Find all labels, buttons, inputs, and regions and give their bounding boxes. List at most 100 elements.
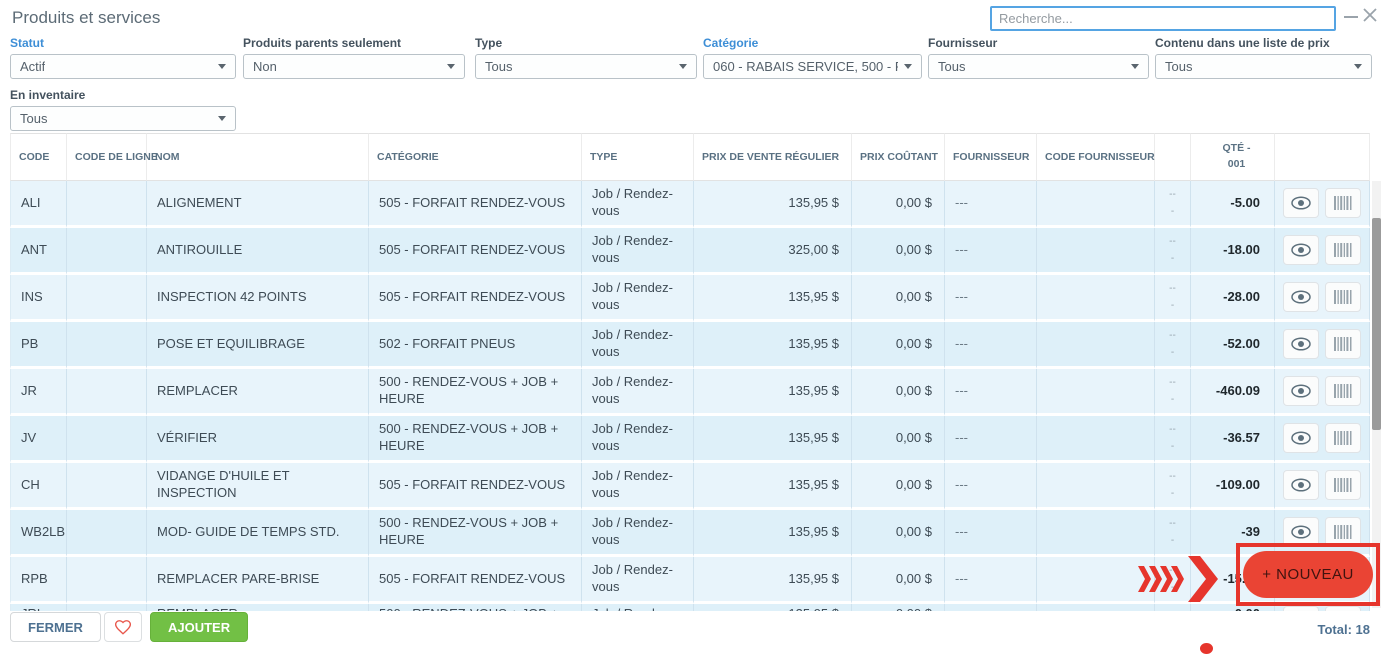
barcode-button[interactable] xyxy=(1325,606,1361,611)
view-product-button[interactable] xyxy=(1283,235,1319,265)
scrollbar-thumb[interactable] xyxy=(1372,218,1381,430)
col-header-prix-coutant[interactable]: PRIX COÛTANT xyxy=(852,133,945,181)
barcode-button[interactable] xyxy=(1325,376,1361,406)
col-header-prix-vente[interactable]: PRIX DE VENTE RÉGULIER xyxy=(694,133,852,181)
search-input[interactable] xyxy=(990,6,1336,31)
cell-type: Job / Rendez-vous xyxy=(582,510,694,557)
cell-code-ligne xyxy=(67,463,147,510)
table-row[interactable]: WB2LBRMOD- GUIDE DE TEMPS STD.500 - REND… xyxy=(10,510,1370,557)
cell-nom: REMPLACER xyxy=(147,369,369,416)
cell-nom: INSPECTION 42 POINTS xyxy=(147,275,369,322)
cell-actions xyxy=(1275,463,1370,510)
products-table: CODE CODE DE LIGNE NOM CATÉGORIE TYPE PR… xyxy=(10,133,1371,611)
view-product-button[interactable] xyxy=(1283,282,1319,312)
cell-prix-vente: 135,95 $ xyxy=(694,510,852,557)
liste-prix-select[interactable]: Tous xyxy=(1155,54,1372,79)
barcode-icon xyxy=(1334,431,1352,445)
barcode-button[interactable] xyxy=(1325,470,1361,500)
cell-code-fournisseur xyxy=(1037,510,1155,557)
barcode-button[interactable] xyxy=(1325,188,1361,218)
cell-prix-coutant: 0,00 $ xyxy=(852,181,945,228)
fournisseur-select[interactable]: Tous xyxy=(928,54,1149,79)
cell-type: Job / Rendez-vous xyxy=(582,557,694,604)
cell-qte: -36.57 xyxy=(1191,416,1275,463)
cell-type: Job / Rendez-vous xyxy=(582,181,694,228)
cell-type: Job / Rendez-vous xyxy=(582,416,694,463)
heart-icon xyxy=(114,619,132,636)
col-header-code[interactable]: CODE xyxy=(10,133,67,181)
col-header-categorie[interactable]: CATÉGORIE xyxy=(369,133,582,181)
caret-down-icon xyxy=(1131,64,1139,69)
cell-prix-vente: 135,95 $ xyxy=(694,275,852,322)
inventaire-select[interactable]: Tous xyxy=(10,106,236,131)
barcode-button[interactable] xyxy=(1325,423,1361,453)
cell-code: CH xyxy=(10,463,67,510)
cell-code: JR xyxy=(10,369,67,416)
cell-fournisseur: --- xyxy=(945,369,1037,416)
cell-categorie: 505 - FORFAIT RENDEZ-VOUS xyxy=(369,228,582,275)
barcode-button[interactable] xyxy=(1325,235,1361,265)
view-product-button[interactable] xyxy=(1283,470,1319,500)
view-product-button[interactable] xyxy=(1283,329,1319,359)
cell-code-ligne xyxy=(67,416,147,463)
close-icon[interactable] xyxy=(1362,7,1378,23)
table-row[interactable]: INSINSPECTION 42 POINTS505 - FORFAIT REN… xyxy=(10,275,1370,322)
cell-qte: -18.00 xyxy=(1191,228,1275,275)
filter-parents-label: Produits parents seulement xyxy=(243,36,465,50)
table-row[interactable]: JVVÉRIFIER500 - RENDEZ-VOUS + JOB + HEUR… xyxy=(10,416,1370,463)
parents-select[interactable]: Non xyxy=(243,54,465,79)
view-product-button[interactable] xyxy=(1283,423,1319,453)
cell-code: JRL xyxy=(10,604,67,611)
cell-range-dashes: --- xyxy=(1155,228,1191,275)
cell-nom: REMPLACER xyxy=(147,604,369,611)
table-row[interactable]: ALIALIGNEMENT505 - FORFAIT RENDEZ-VOUSJo… xyxy=(10,181,1370,228)
cell-range-dashes: --- xyxy=(1155,181,1191,228)
table-row[interactable]: PBPOSE ET EQUILIBRAGE502 - FORFAIT PNEUS… xyxy=(10,322,1370,369)
table-row[interactable]: CHVIDANGE D'HUILE ET INSPECTION505 - FOR… xyxy=(10,463,1370,510)
cell-prix-coutant: 0,00 $ xyxy=(852,416,945,463)
cell-nom: POSE ET EQUILIBRAGE xyxy=(147,322,369,369)
categorie-select[interactable]: 060 - RABAIS SERVICE, 500 - REN xyxy=(703,54,922,79)
cell-fournisseur: --- xyxy=(945,557,1037,604)
view-product-button[interactable] xyxy=(1283,376,1319,406)
barcode-icon xyxy=(1334,337,1352,351)
table-row[interactable]: ANTANTIROUILLE505 - FORFAIT RENDEZ-VOUSJ… xyxy=(10,228,1370,275)
cell-categorie: 500 - RENDEZ-VOUS + JOB + HEURE xyxy=(369,510,582,557)
statut-select[interactable]: Actif xyxy=(10,54,236,79)
col-header-type[interactable]: TYPE xyxy=(582,133,694,181)
eye-icon xyxy=(1291,525,1311,539)
col-header-code-fournisseur[interactable]: CODE FOURNISSEUR xyxy=(1037,133,1155,181)
view-product-button[interactable] xyxy=(1283,606,1319,611)
cell-prix-coutant: 0,00 $ xyxy=(852,604,945,611)
total-count: Total: 18 xyxy=(1318,622,1371,637)
col-header-nom[interactable]: NOM xyxy=(147,133,369,181)
fermer-button[interactable]: FERMER xyxy=(10,612,101,642)
favorite-button[interactable] xyxy=(104,612,142,642)
nouveau-button[interactable]: + NOUVEAU xyxy=(1243,551,1373,598)
eye-icon xyxy=(1291,290,1311,304)
cell-qte: -28.00 xyxy=(1191,275,1275,322)
cell-categorie: 505 - FORFAIT RENDEZ-VOUS xyxy=(369,463,582,510)
cell-categorie: 505 - FORFAIT RENDEZ-VOUS xyxy=(369,557,582,604)
barcode-button[interactable] xyxy=(1325,329,1361,359)
cell-code-ligne xyxy=(67,604,147,611)
type-select[interactable]: Tous xyxy=(475,54,697,79)
col-header-fournisseur[interactable]: FOURNISSEUR xyxy=(945,133,1037,181)
view-product-button[interactable] xyxy=(1283,188,1319,218)
ajouter-button[interactable]: AJOUTER xyxy=(150,612,248,642)
table-row[interactable]: JRL REMPLACER500 - RENDEZ-VOUS + JOB + HE… xyxy=(10,604,1370,611)
table-row[interactable]: JRREMPLACER500 - RENDEZ-VOUS + JOB + HEU… xyxy=(10,369,1370,416)
minimize-icon[interactable] xyxy=(1344,16,1358,18)
col-header-code-ligne[interactable]: CODE DE LIGNE xyxy=(67,133,147,181)
cell-categorie: 500 - RENDEZ-VOUS + JOB + HEURE xyxy=(369,604,582,611)
cell-nom: ALIGNEMENT xyxy=(147,181,369,228)
liste-prix-select-value: Tous xyxy=(1165,59,1192,74)
barcode-button[interactable] xyxy=(1325,282,1361,312)
col-header-qte[interactable]: QTÉ - 001 xyxy=(1191,133,1275,181)
cell-actions xyxy=(1275,275,1370,322)
cell-fournisseur: --- xyxy=(945,228,1037,275)
cell-fournisseur: --- xyxy=(945,604,1037,611)
filter-liste-prix: Contenu dans une liste de prix Tous xyxy=(1155,36,1372,79)
cell-nom: VÉRIFIER xyxy=(147,416,369,463)
fournisseur-select-value: Tous xyxy=(938,59,965,74)
